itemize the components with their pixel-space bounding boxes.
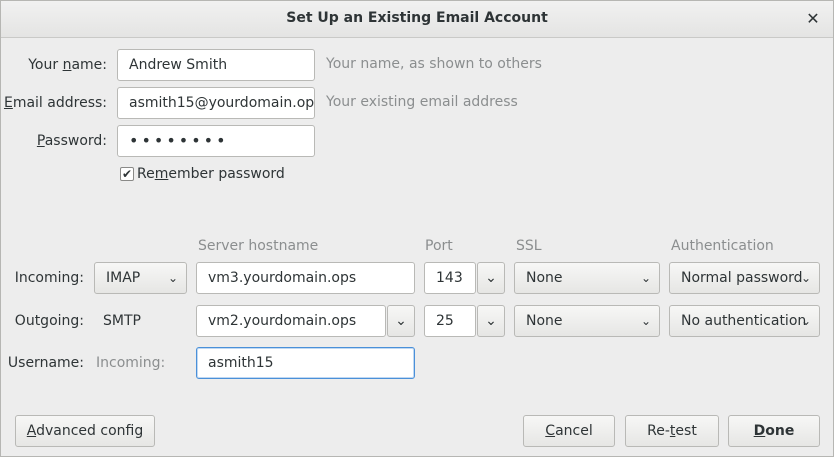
incoming-port-input[interactable]: 143	[424, 262, 476, 294]
name-input[interactable]: Andrew Smith	[117, 49, 315, 81]
incoming-protocol-select[interactable]: IMAP ⌄	[94, 262, 187, 294]
incoming-ssl-select[interactable]: None ⌄	[514, 262, 660, 294]
retest-label-pre: Re-	[647, 423, 670, 439]
name-label-post: ame:	[71, 57, 107, 73]
chevron-down-icon: ⌄	[640, 271, 651, 285]
chevron-down-icon: ⌄	[800, 271, 811, 285]
chevron-down-icon: ⌄	[167, 271, 178, 285]
username-input[interactable]: asmith15	[196, 347, 415, 379]
authentication-header: Authentication	[671, 238, 774, 254]
chevron-down-icon: ⌄	[485, 313, 497, 329]
server-hostname-header: Server hostname	[198, 238, 319, 254]
outgoing-label: Outgoing:	[14, 313, 84, 329]
incoming-auth-select[interactable]: Normal password ⌄	[669, 262, 820, 294]
email-label-mnemonic: E	[3, 95, 13, 111]
incoming-label: Incoming:	[14, 270, 84, 286]
advanced-label: dvanced config	[36, 423, 144, 439]
password-label-mnemonic: P	[36, 133, 45, 149]
name-label: Your name:	[21, 57, 107, 73]
outgoing-protocol: SMTP	[103, 313, 141, 329]
email-hint: Your existing email address	[326, 94, 518, 110]
retest-label-post: est	[675, 423, 697, 439]
password-field[interactable]: ••••••••	[117, 125, 315, 157]
outgoing-hostname-dropdown-button[interactable]: ⌄	[387, 305, 415, 337]
email-label: Email address:	[1, 95, 107, 111]
port-header: Port	[425, 238, 453, 254]
done-label: one	[765, 423, 795, 439]
title-bar: Set Up an Existing Email Account ✕	[1, 1, 833, 38]
incoming-ssl-value: None	[526, 270, 563, 286]
cancel-label: ancel	[555, 423, 593, 439]
advanced-config-button[interactable]: Advanced config	[15, 415, 155, 447]
advanced-mnemonic: A	[26, 423, 37, 439]
chevron-down-icon: ⌄	[800, 314, 811, 328]
name-hint: Your name, as shown to others	[326, 56, 542, 72]
username-label: Username:	[7, 355, 84, 371]
dialog-window: Set Up an Existing Email Account ✕ Your …	[0, 0, 834, 457]
cancel-mnemonic: C	[545, 423, 556, 439]
incoming-hostname-input[interactable]: vm3.yourdomain.ops	[196, 262, 415, 294]
window-title: Set Up an Existing Email Account	[286, 10, 548, 26]
outgoing-port-input[interactable]: 25	[424, 305, 476, 337]
remember-label-pre: Re	[137, 166, 155, 182]
username-incoming-sublabel: Incoming:	[96, 355, 166, 371]
chevron-down-icon: ⌄	[485, 270, 497, 286]
remember-label-post: ember password	[168, 166, 285, 182]
email-input[interactable]: asmith15@yourdomain.ops	[117, 87, 315, 119]
incoming-auth-value: Normal password	[681, 270, 803, 286]
retest-button[interactable]: Re-test	[625, 415, 719, 447]
done-button[interactable]: Done	[728, 415, 820, 447]
chevron-down-icon: ⌄	[395, 313, 407, 329]
remember-password-label[interactable]: Remember password	[137, 166, 285, 182]
remember-label-mnemonic: m	[154, 166, 169, 182]
incoming-port-dropdown-button[interactable]: ⌄	[477, 262, 505, 294]
close-icon[interactable]: ✕	[803, 9, 823, 29]
cancel-button[interactable]: Cancel	[523, 415, 615, 447]
password-label: Password:	[21, 133, 107, 149]
ssl-header: SSL	[516, 238, 542, 254]
remember-password-checkbox[interactable]: ✔	[120, 167, 134, 181]
outgoing-hostname-input[interactable]: vm2.yourdomain.ops	[196, 305, 386, 337]
outgoing-auth-select[interactable]: No authentication ⌄	[669, 305, 820, 337]
outgoing-port-dropdown-button[interactable]: ⌄	[477, 305, 505, 337]
outgoing-ssl-select[interactable]: None ⌄	[514, 305, 660, 337]
password-label-post: assword:	[44, 133, 107, 149]
outgoing-auth-value: No authentication	[681, 313, 807, 329]
incoming-protocol-value: IMAP	[106, 270, 141, 286]
chevron-down-icon: ⌄	[640, 314, 651, 328]
outgoing-ssl-value: None	[526, 313, 563, 329]
name-label-pre: Your	[28, 57, 63, 73]
email-label-post: mail address:	[12, 95, 107, 111]
done-mnemonic: D	[753, 423, 766, 439]
